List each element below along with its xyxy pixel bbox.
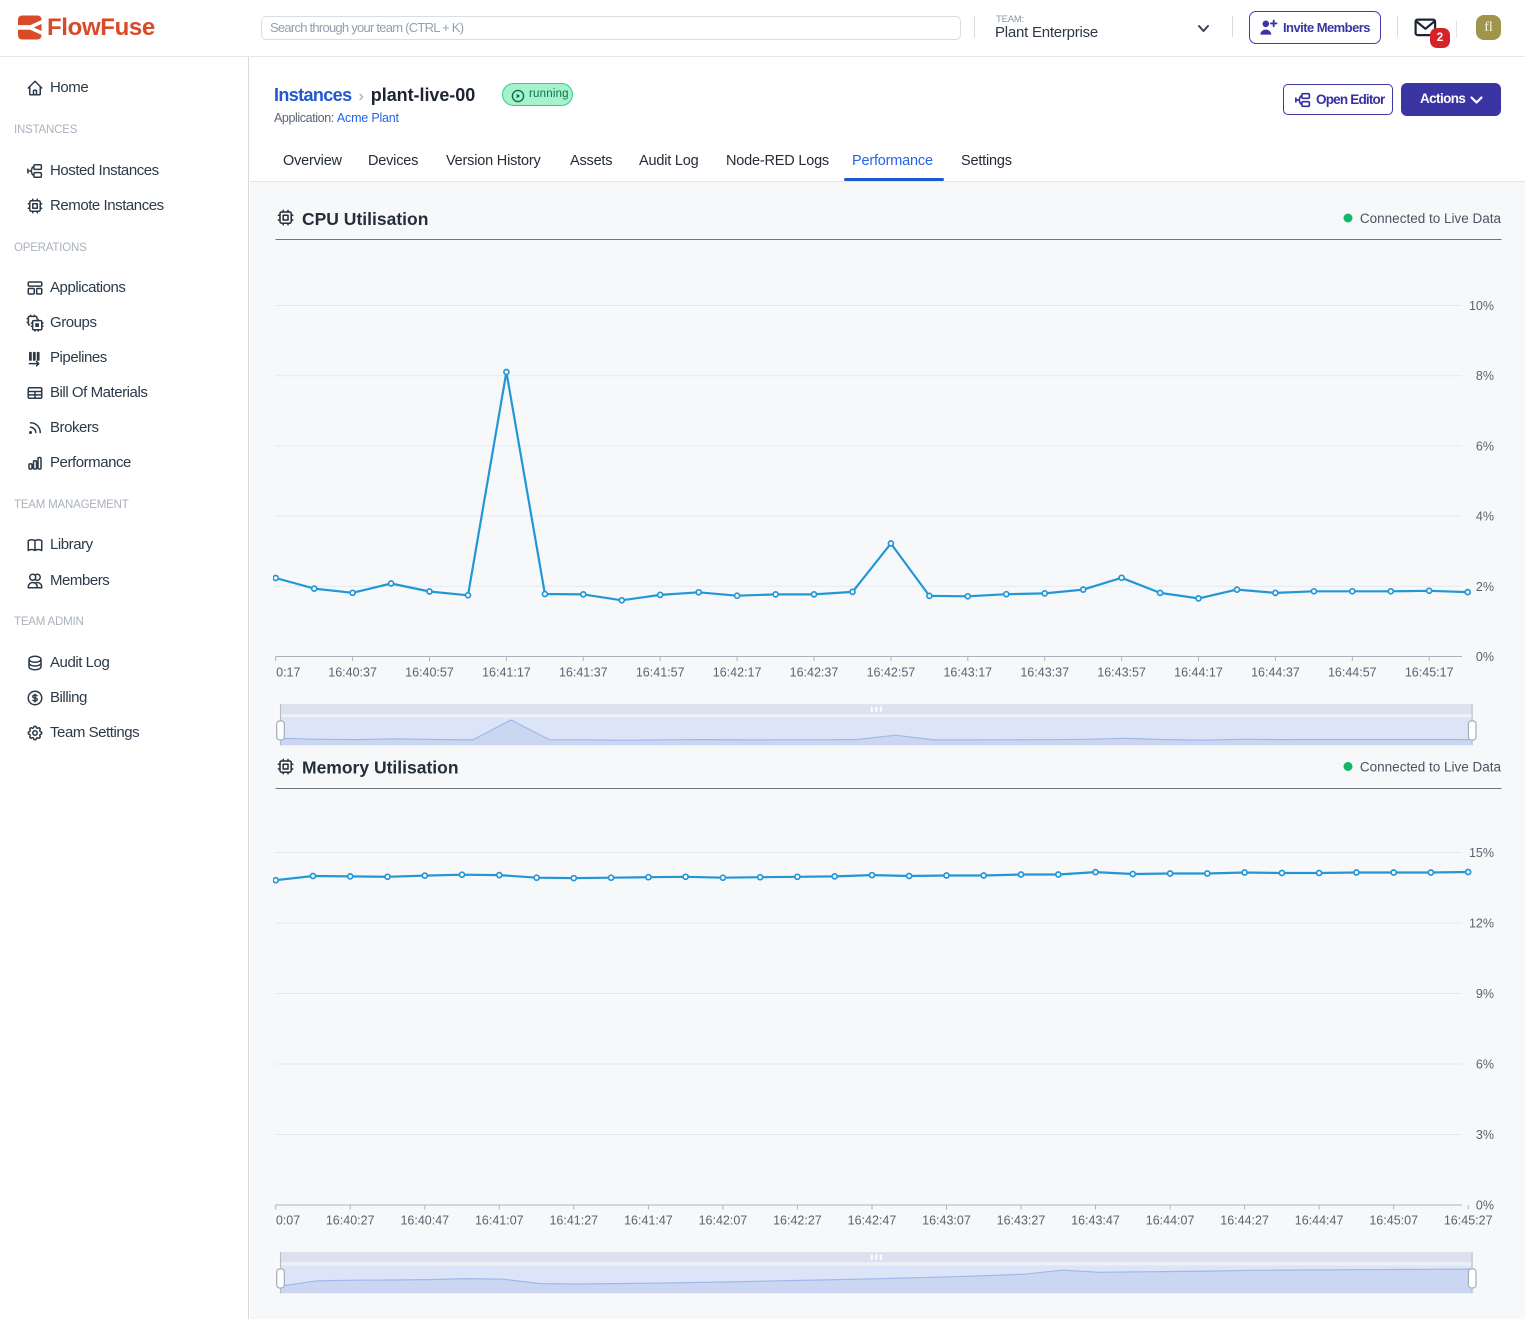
svg-text:16:43:47: 16:43:47 bbox=[1071, 1214, 1120, 1228]
svg-text:16:45:27: 16:45:27 bbox=[1444, 1214, 1493, 1228]
svg-text:8%: 8% bbox=[1476, 369, 1494, 383]
svg-text:16:42:37: 16:42:37 bbox=[790, 666, 839, 680]
svg-text:16:43:17: 16:43:17 bbox=[943, 666, 992, 680]
svg-text:12%: 12% bbox=[1469, 917, 1494, 931]
svg-text:16:40:37: 16:40:37 bbox=[328, 666, 377, 680]
svg-text:16:41:07: 16:41:07 bbox=[475, 1214, 524, 1228]
svg-text:Connected to Live Data: Connected to Live Data bbox=[1360, 211, 1502, 226]
svg-text:6%: 6% bbox=[1476, 1058, 1494, 1072]
svg-text:0:17: 0:17 bbox=[276, 666, 300, 680]
svg-text:10%: 10% bbox=[1469, 299, 1494, 313]
svg-text:16:42:07: 16:42:07 bbox=[699, 1214, 748, 1228]
svg-text:16:42:17: 16:42:17 bbox=[713, 666, 762, 680]
svg-text:16:41:27: 16:41:27 bbox=[549, 1214, 598, 1228]
svg-text:16:40:27: 16:40:27 bbox=[326, 1214, 375, 1228]
svg-text:3%: 3% bbox=[1476, 1128, 1494, 1142]
svg-text:0%: 0% bbox=[1476, 650, 1494, 664]
svg-text:16:43:37: 16:43:37 bbox=[1020, 666, 1069, 680]
svg-text:2%: 2% bbox=[1476, 580, 1494, 594]
svg-text:16:44:47: 16:44:47 bbox=[1295, 1214, 1344, 1228]
svg-text:16:43:57: 16:43:57 bbox=[1097, 666, 1146, 680]
svg-text:9%: 9% bbox=[1476, 987, 1494, 1001]
svg-text:16:42:27: 16:42:27 bbox=[773, 1214, 822, 1228]
svg-text:16:44:27: 16:44:27 bbox=[1220, 1214, 1269, 1228]
svg-text:16:45:17: 16:45:17 bbox=[1405, 666, 1454, 680]
svg-text:16:43:27: 16:43:27 bbox=[997, 1214, 1046, 1228]
svg-text:16:41:57: 16:41:57 bbox=[636, 666, 685, 680]
svg-text:CPU Utilisation: CPU Utilisation bbox=[302, 209, 428, 229]
svg-text:6%: 6% bbox=[1476, 439, 1494, 453]
svg-text:16:41:17: 16:41:17 bbox=[482, 666, 531, 680]
svg-text:16:44:57: 16:44:57 bbox=[1328, 666, 1377, 680]
svg-text:16:42:57: 16:42:57 bbox=[867, 666, 916, 680]
svg-text:16:41:37: 16:41:37 bbox=[559, 666, 608, 680]
svg-text:16:43:07: 16:43:07 bbox=[922, 1214, 971, 1228]
svg-text:16:40:57: 16:40:57 bbox=[405, 666, 454, 680]
svg-text:16:44:17: 16:44:17 bbox=[1174, 666, 1223, 680]
svg-text:Connected to Live Data: Connected to Live Data bbox=[1360, 760, 1502, 775]
svg-text:16:41:47: 16:41:47 bbox=[624, 1214, 673, 1228]
svg-text:Memory Utilisation: Memory Utilisation bbox=[302, 758, 459, 778]
svg-text:15%: 15% bbox=[1469, 846, 1494, 860]
svg-text:0:07: 0:07 bbox=[276, 1214, 300, 1228]
svg-text:0%: 0% bbox=[1476, 1199, 1494, 1213]
svg-text:16:44:37: 16:44:37 bbox=[1251, 666, 1300, 680]
svg-text:4%: 4% bbox=[1476, 510, 1494, 524]
svg-text:16:42:47: 16:42:47 bbox=[848, 1214, 897, 1228]
svg-text:16:45:07: 16:45:07 bbox=[1369, 1214, 1418, 1228]
svg-text:16:40:47: 16:40:47 bbox=[400, 1214, 449, 1228]
svg-text:16:44:07: 16:44:07 bbox=[1146, 1214, 1195, 1228]
